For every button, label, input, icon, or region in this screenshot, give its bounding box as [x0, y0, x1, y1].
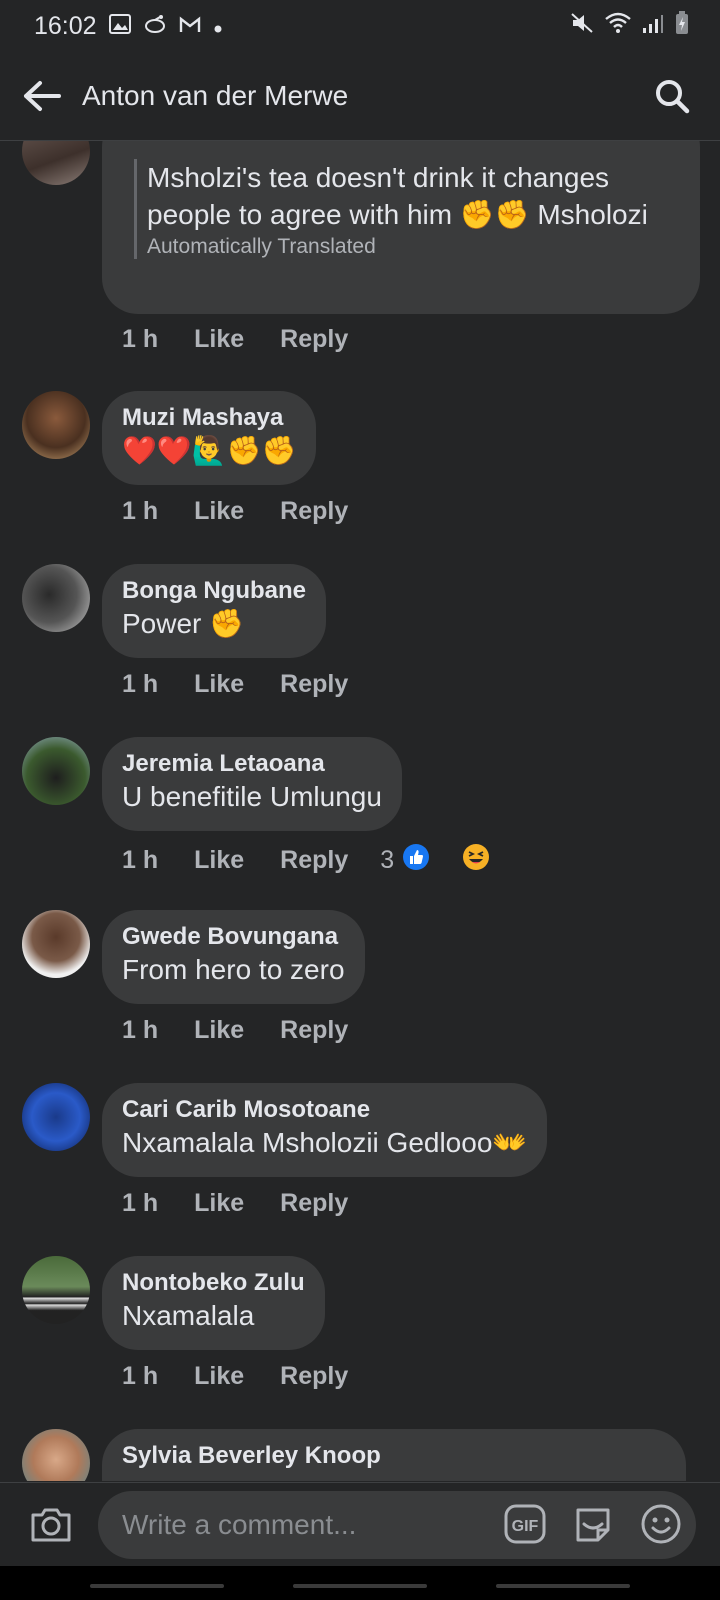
- avatar[interactable]: [22, 910, 90, 978]
- comment-bubble[interactable]: Cari Carib Mosotoane Nxamalala Msholozii…: [102, 1083, 548, 1177]
- comment-time: 1 h: [122, 670, 159, 698]
- reply-button[interactable]: Reply: [280, 846, 348, 875]
- gmail-icon: [179, 12, 201, 41]
- reply-button[interactable]: Reply: [280, 1189, 348, 1218]
- comment-time: 1 h: [122, 846, 159, 874]
- comment-time: 1 h: [122, 497, 159, 525]
- reply-button[interactable]: Reply: [280, 325, 348, 354]
- translation-label[interactable]: Automatically Translated: [147, 235, 680, 259]
- comment-text: Power ✊: [122, 608, 245, 639]
- reply-button[interactable]: Reply: [280, 1016, 348, 1045]
- comment-input[interactable]: [120, 1508, 484, 1542]
- comment-actions: 1 h Like Reply: [122, 1016, 384, 1045]
- comment-text: U benefitile Umlungu: [122, 781, 382, 812]
- comment-text: Nxamalala: [122, 1300, 255, 1331]
- haha-reaction-icon: [462, 843, 490, 878]
- app-bar: Anton van der Merwe: [0, 52, 720, 141]
- page-title: Anton van der Merwe: [82, 80, 349, 111]
- status-bar: 16:02: [0, 0, 720, 52]
- notification-dot-icon: [213, 12, 223, 41]
- emoji-icon[interactable]: [640, 1503, 682, 1550]
- gallery-icon: [108, 12, 131, 41]
- comment-bubble[interactable]: Nontobeko Zulu Nxamalala: [102, 1256, 325, 1350]
- like-button[interactable]: Like: [194, 1362, 244, 1391]
- like-button[interactable]: Like: [194, 670, 244, 699]
- svg-text:GIF: GIF: [512, 1518, 539, 1535]
- comment-text: Msholzi's tea doesn't drink it changes p…: [147, 162, 648, 230]
- comment-author[interactable]: Cari Carib Mosotoane: [122, 1095, 527, 1125]
- avatar[interactable]: [22, 1256, 90, 1324]
- sticker-icon[interactable]: [572, 1504, 614, 1549]
- mute-icon: [570, 12, 594, 41]
- comment-time: 1 h: [122, 325, 159, 353]
- avatar[interactable]: [22, 1429, 90, 1481]
- like-button[interactable]: Like: [194, 1016, 244, 1045]
- comment-input-wrapper: GIF: [98, 1491, 696, 1559]
- comment-bubble[interactable]: Muzi Mashaya ❤️❤️🙋‍♂️✊✊: [102, 391, 317, 485]
- avatar[interactable]: [22, 737, 90, 805]
- comment-author[interactable]: Bonga Ngubane: [122, 576, 306, 606]
- signal-icon: [642, 12, 664, 41]
- reactions-summary[interactable]: 3: [380, 843, 526, 878]
- battery-charging-icon: [674, 10, 690, 42]
- like-button[interactable]: Like: [194, 325, 244, 354]
- system-nav-bar: [0, 1566, 720, 1600]
- comment-text: ❤️❤️🙋‍♂️✊✊: [122, 435, 297, 466]
- comment-bubble[interactable]: Sylvia Beverley Knoop: [102, 1429, 686, 1481]
- nav-back-button[interactable]: [496, 1584, 630, 1588]
- wifi-icon: [604, 12, 632, 41]
- comment-author[interactable]: Jeremia Letaoana: [122, 749, 382, 779]
- like-button[interactable]: Like: [194, 1189, 244, 1218]
- translated-quote: Msholzi's tea doesn't drink it changes p…: [134, 159, 680, 259]
- avatar[interactable]: [22, 1083, 90, 1151]
- comment-bubble[interactable]: Tbozs Mdluli Msholzi's tea doesn't drink…: [102, 141, 700, 314]
- status-time: 16:02: [34, 11, 97, 40]
- reply-button[interactable]: Reply: [280, 670, 348, 699]
- avatar[interactable]: [22, 141, 90, 185]
- avatar[interactable]: [22, 391, 90, 459]
- comment-author[interactable]: Tbozs Mdluli: [124, 141, 269, 149]
- reply-button[interactable]: Reply: [280, 1362, 348, 1391]
- comment-bubble[interactable]: Bonga Ngubane Power ✊: [102, 564, 326, 658]
- comment-actions: 1 h Like Reply: [122, 1362, 384, 1391]
- comment-author[interactable]: Nontobeko Zulu: [122, 1268, 305, 1298]
- comment-author[interactable]: Muzi Mashaya: [122, 403, 296, 433]
- comment-bubble[interactable]: Gwede Bovungana From hero to zero: [102, 910, 365, 1004]
- avatar[interactable]: [22, 564, 90, 632]
- comments-feed[interactable]: Tbozs Mdluli Msholzi's tea doesn't drink…: [0, 141, 720, 1481]
- comment-actions: 1 h Like Reply: [122, 1189, 384, 1218]
- comment-actions: 1 h Like Reply: [122, 325, 384, 354]
- comment-text: From hero to zero: [122, 954, 345, 985]
- comment-actions: 1 h Like Reply 3: [122, 843, 526, 878]
- comment-composer: GIF: [0, 1482, 720, 1567]
- reply-button[interactable]: Reply: [280, 497, 348, 526]
- comment-actions: 1 h Like Reply: [122, 497, 384, 526]
- reaction-count: 3: [380, 846, 395, 874]
- like-button[interactable]: Like: [194, 846, 244, 875]
- like-button[interactable]: Like: [194, 497, 244, 526]
- like-reaction-icon: [402, 843, 430, 878]
- comment-text: Nxamalala Msholozii Gedlooo👐: [122, 1127, 528, 1158]
- nav-home-button[interactable]: [293, 1584, 427, 1588]
- comment-actions: 1 h Like Reply: [122, 670, 384, 699]
- nav-recents-button[interactable]: [90, 1584, 224, 1588]
- comment-time: 1 h: [122, 1016, 159, 1044]
- comment-time: 1 h: [122, 1362, 159, 1390]
- comment-author[interactable]: Sylvia Beverley Knoop: [122, 1441, 666, 1471]
- comment-author[interactable]: Gwede Bovungana: [122, 922, 345, 952]
- back-arrow-icon[interactable]: [20, 74, 64, 118]
- comment-time: 1 h: [122, 1189, 159, 1217]
- comment-bubble[interactable]: Jeremia Letaoana U benefitile Umlungu: [102, 737, 402, 831]
- camera-icon[interactable]: [26, 1503, 76, 1547]
- gif-icon[interactable]: GIF: [504, 1504, 546, 1549]
- search-icon[interactable]: [650, 74, 694, 118]
- reddit-icon: [143, 12, 167, 41]
